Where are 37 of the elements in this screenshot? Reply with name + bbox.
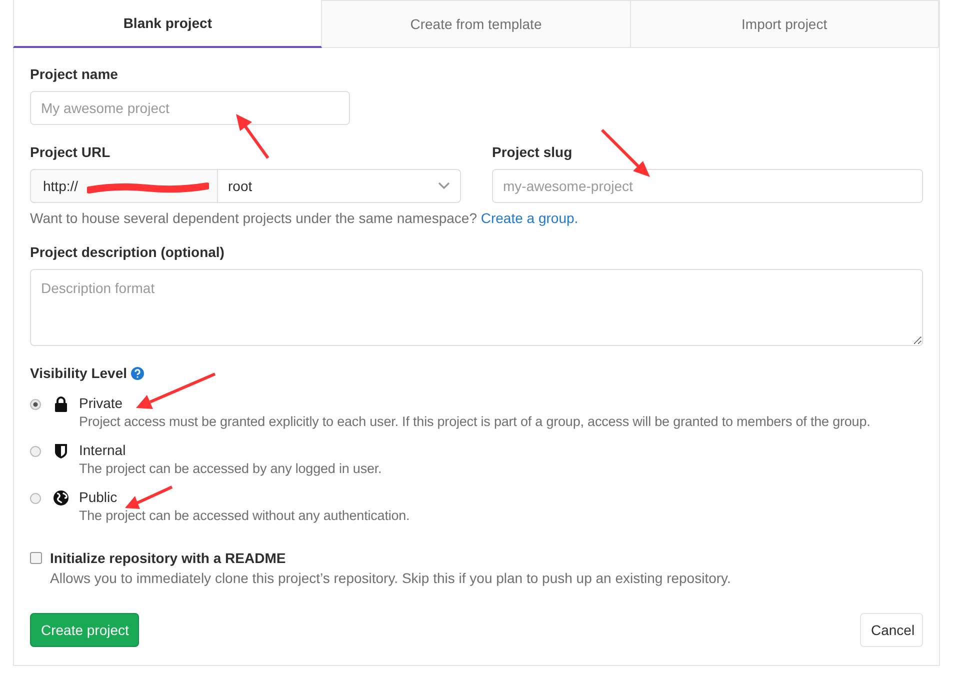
help-icon[interactable] (131, 366, 144, 380)
checkbox-label: Initialize repository with a README (50, 550, 286, 566)
field-label: Project URL (30, 144, 112, 160)
annotation-arrow (600, 128, 650, 177)
lock-icon (53, 396, 69, 412)
url-prefix: http:// (30, 169, 218, 203)
tab[interactable]: Import project (630, 0, 939, 48)
cancel-button[interactable]: Cancel (860, 613, 923, 647)
radio-button[interactable] (30, 493, 41, 504)
option-label: Public (79, 489, 118, 505)
annotation-arrow (125, 486, 173, 509)
help-text: Want to house several dependent projects under the same namespace? Create a group. (30, 210, 580, 226)
globe-icon (53, 490, 69, 506)
option-description: The project can be accessed by any logged in user. (79, 461, 382, 476)
annotation-arrow (236, 114, 270, 159)
radio-button[interactable] (30, 446, 41, 457)
tab[interactable]: Create from template (322, 0, 631, 48)
help-text: Allows you to immediately clone this project’s repository. Skip this if you plan to push up an existing repository. (50, 570, 732, 586)
radio-button[interactable] (30, 399, 41, 410)
option-label: Internal (79, 442, 126, 458)
namespace-dropdown[interactable]: root (218, 169, 461, 203)
create-group-link[interactable]: Create a group. (480, 210, 578, 226)
tab[interactable]: Blank project (13, 0, 322, 48)
option-description: Project access must be granted explicitly to each user. If this project is part of a group, access will be granted to members of the group. (79, 414, 870, 429)
shield-icon (53, 443, 69, 459)
checkbox[interactable] (30, 552, 42, 564)
option-description: The project can be accessed without any authentication. (79, 508, 410, 523)
create-project-button[interactable]: Create project (30, 613, 139, 647)
project-slug-field[interactable]: my-awesome-project (492, 169, 923, 203)
field-label: Project description (optional) (30, 244, 226, 260)
field-label: Project slug (492, 144, 574, 160)
option-label: Private (79, 395, 123, 411)
project-name-field[interactable]: My awesome project (30, 91, 350, 125)
chevron-down-icon (438, 182, 450, 190)
field-label: Project name (30, 66, 119, 82)
description-field[interactable]: Description format (30, 269, 923, 346)
field-label: Visibility Level (30, 365, 128, 381)
